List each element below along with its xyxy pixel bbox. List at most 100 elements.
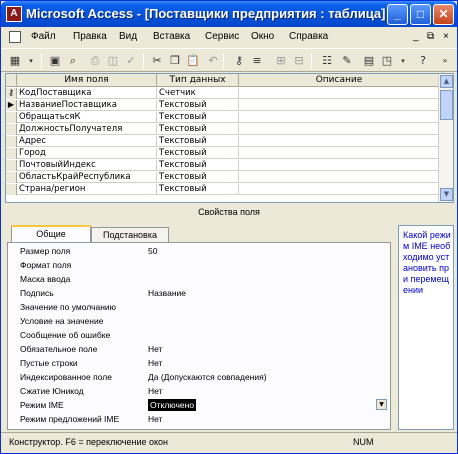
access-key-icon[interactable]: A — [6, 6, 22, 22]
table-row[interactable]: ОбращатьсяК Текстовый — [6, 112, 453, 123]
scroll-thumb[interactable] — [440, 90, 453, 120]
print-preview-icon[interactable]: ◫ — [105, 53, 121, 69]
property-row[interactable]: Обязательное поле Нет — [8, 343, 390, 355]
data-type-cell[interactable]: Текстовый — [157, 148, 239, 159]
mdi-close-icon[interactable]: × — [443, 31, 449, 42]
close-button[interactable]: ✕ — [433, 4, 454, 25]
toolbar-options-icon[interactable]: » — [437, 53, 453, 69]
view-design-icon[interactable]: ▦ — [7, 53, 23, 69]
row-selector[interactable] — [6, 148, 17, 159]
header-field-name[interactable]: Имя поля — [17, 74, 157, 87]
field-name-cell[interactable]: Страна/регион — [17, 184, 157, 195]
description-cell[interactable] — [239, 184, 440, 195]
menu-file[interactable]: Файл — [31, 31, 56, 42]
property-row[interactable]: Маска ввода — [8, 273, 390, 285]
property-row[interactable]: Пустые строки Нет — [8, 357, 390, 369]
field-name-cell[interactable]: Адрес — [17, 136, 157, 147]
field-name-cell[interactable]: ДолжностьПолучателя — [17, 124, 157, 135]
insert-rows-icon[interactable]: ⊞ — [273, 53, 289, 69]
field-name-cell[interactable]: КодПоставщика — [17, 88, 157, 99]
grid-scrollbar[interactable]: ▲ ▼ — [438, 74, 453, 202]
property-row[interactable]: Индексированное поле Да (Допускаются совп… — [8, 371, 390, 383]
property-row[interactable]: Значение по умолчанию — [8, 301, 390, 313]
data-type-cell[interactable]: Текстовый — [157, 160, 239, 171]
minimize-button[interactable]: _ — [387, 4, 408, 25]
menu-window[interactable]: Окно — [251, 31, 274, 42]
database-window-icon[interactable]: ▤ — [361, 53, 377, 69]
copy-icon[interactable]: ❐ — [167, 53, 183, 69]
properties-icon[interactable]: ☷ — [319, 53, 335, 69]
row-selector[interactable] — [6, 172, 17, 183]
data-type-cell[interactable]: Текстовый — [157, 100, 239, 111]
row-selector[interactable] — [6, 124, 17, 135]
table-row[interactable]: ДолжностьПолучателя Текстовый — [6, 124, 453, 135]
primary-key-icon[interactable]: ⚷ — [6, 88, 17, 99]
table-row[interactable]: ▶ НазваниеПоставщика Текстовый — [6, 100, 453, 111]
property-row[interactable]: Формат поля — [8, 259, 390, 271]
menu-edit[interactable]: Правка — [73, 31, 107, 42]
property-value[interactable]: Да (Допускаются совпадения) — [148, 371, 267, 383]
undo-icon[interactable]: ↶ — [205, 53, 221, 69]
table-row[interactable]: Адрес Текстовый — [6, 136, 453, 147]
row-selector[interactable] — [6, 112, 17, 123]
property-row[interactable]: Режим IME Отключено ▼ — [8, 399, 390, 411]
delete-rows-icon[interactable]: ⊟ — [291, 53, 307, 69]
row-selector[interactable] — [6, 184, 17, 195]
scroll-down-icon[interactable]: ▼ — [440, 188, 453, 201]
help-icon[interactable]: ? — [415, 53, 431, 69]
dropdown-arrow-icon[interactable]: ▼ — [376, 399, 387, 410]
new-object-dropdown-icon[interactable]: ▾ — [395, 53, 411, 69]
description-cell[interactable] — [239, 148, 440, 159]
header-data-type[interactable]: Тип данных — [157, 74, 239, 87]
paste-icon[interactable]: 📋 — [185, 53, 201, 69]
cut-icon[interactable]: ✂ — [149, 53, 165, 69]
field-name-cell[interactable]: ОбращатьсяК — [17, 112, 157, 123]
property-row[interactable]: Режим предложений IME Нет — [8, 413, 390, 425]
row-selector[interactable] — [6, 136, 17, 147]
property-row[interactable]: Сжатие Юникод Нет — [8, 385, 390, 397]
mdi-restore-icon[interactable]: ⧉ — [427, 31, 434, 42]
description-cell[interactable] — [239, 160, 440, 171]
description-cell[interactable] — [239, 112, 440, 123]
tab-lookup[interactable]: Подстановка — [91, 227, 169, 243]
spelling-icon[interactable]: ✓ — [123, 53, 139, 69]
field-name-cell[interactable]: ПочтовыйИндекс — [17, 160, 157, 171]
data-type-cell[interactable]: Текстовый — [157, 112, 239, 123]
description-cell[interactable] — [239, 172, 440, 183]
menu-tools[interactable]: Сервис — [205, 31, 239, 42]
table-row[interactable]: ПочтовыйИндекс Текстовый — [6, 160, 453, 171]
field-name-cell[interactable]: НазваниеПоставщика — [17, 100, 157, 111]
field-name-cell[interactable]: ОбластьКрайРеспублика — [17, 172, 157, 183]
print-icon[interactable]: ⎙ — [87, 53, 103, 69]
title-bar[interactable]: A Microsoft Access - [Поставщики предпри… — [1, 1, 457, 27]
primary-key-icon[interactable]: ⚷ — [231, 53, 247, 69]
property-row[interactable]: Подпись Название — [8, 287, 390, 299]
indexes-icon[interactable]: ≡ — [249, 53, 265, 69]
data-type-cell[interactable]: Текстовый — [157, 124, 239, 135]
description-cell[interactable] — [239, 100, 440, 111]
property-row[interactable]: Условие на значение — [8, 315, 390, 327]
description-cell[interactable] — [239, 124, 440, 135]
menu-insert[interactable]: Вставка — [153, 31, 190, 42]
table-row[interactable]: Город Текстовый — [6, 148, 453, 159]
maximize-button[interactable]: □ — [410, 4, 431, 25]
data-type-cell[interactable]: Текстовый — [157, 136, 239, 147]
new-object-icon[interactable]: ◳ — [379, 53, 395, 69]
property-value[interactable]: Нет — [148, 385, 162, 397]
menu-help[interactable]: Справка — [289, 31, 328, 42]
field-name-cell[interactable]: Город — [17, 148, 157, 159]
property-value[interactable]: Название — [148, 287, 186, 299]
property-value[interactable]: Нет — [148, 357, 162, 369]
data-type-cell[interactable]: Текстовый — [157, 184, 239, 195]
data-type-cell[interactable]: Текстовый — [157, 172, 239, 183]
property-row[interactable]: Сообщение об ошибке — [8, 329, 390, 341]
menu-view[interactable]: Вид — [119, 31, 137, 42]
table-row[interactable]: ОбластьКрайРеспублика Текстовый — [6, 172, 453, 183]
current-row-icon[interactable]: ▶ — [6, 100, 17, 111]
row-selector[interactable] — [6, 160, 17, 171]
property-value[interactable]: Нет — [148, 343, 162, 355]
view-dropdown-icon[interactable]: ▾ — [23, 53, 39, 69]
property-value[interactable]: 50 — [148, 245, 157, 257]
property-value[interactable]: Отключено — [148, 399, 197, 411]
save-icon[interactable]: ▣ — [47, 53, 63, 69]
